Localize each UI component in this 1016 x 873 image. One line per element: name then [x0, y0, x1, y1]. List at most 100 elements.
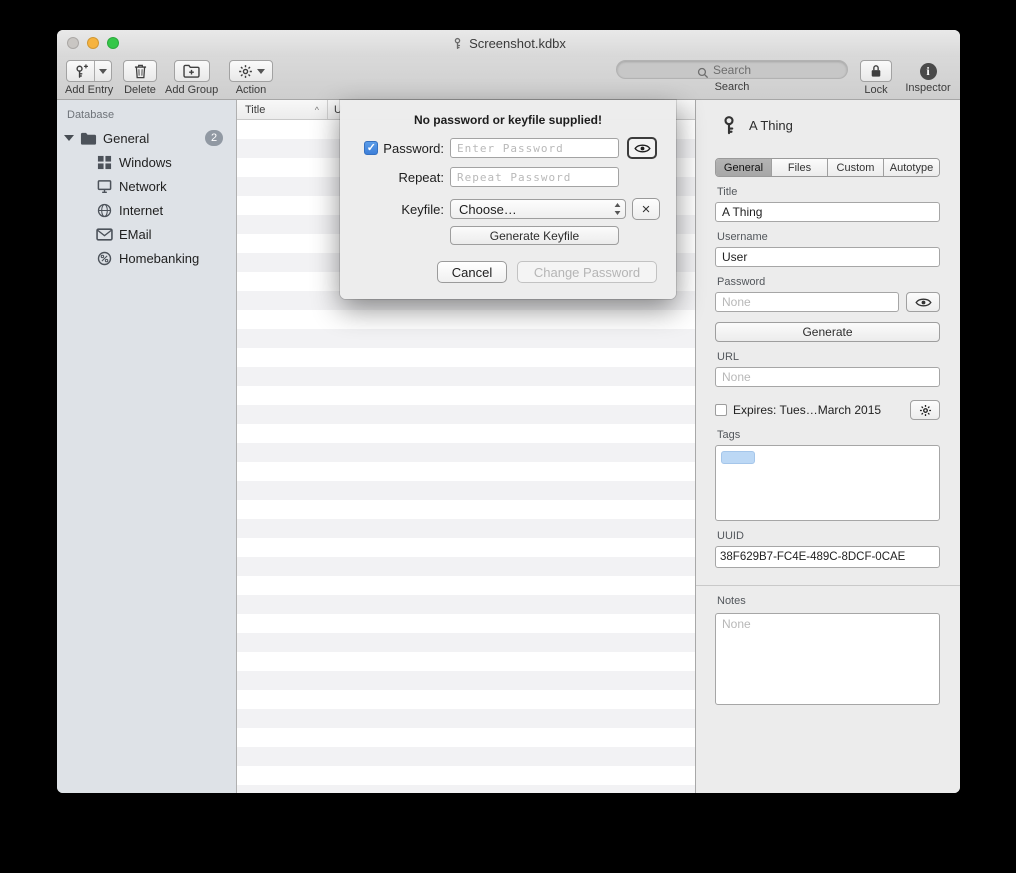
clear-keyfile-button[interactable]: ×: [632, 198, 660, 220]
disclosure-triangle-icon[interactable]: [64, 135, 74, 141]
lock-bezel[interactable]: [860, 60, 892, 82]
tag-token[interactable]: [721, 451, 755, 464]
repeat-row: Repeat:: [360, 167, 676, 187]
delete-label: Delete: [124, 84, 156, 96]
window-title: Screenshot.kdbx: [451, 36, 566, 51]
sidebar-item-homebanking[interactable]: Homebanking: [57, 246, 236, 270]
zoom-button[interactable]: [107, 37, 119, 49]
app-window: Screenshot.kdbx Add Entry Delete: [57, 30, 960, 793]
add-group-bezel[interactable]: [174, 60, 210, 82]
password-dialog: No password or keyfile supplied! ✓ Passw…: [340, 100, 676, 299]
password-checkbox[interactable]: ✓: [364, 141, 378, 155]
uuid-label: UUID: [717, 530, 938, 542]
keyfile-popup[interactable]: Choose…: [450, 199, 626, 219]
coin-percent-icon: [96, 251, 113, 266]
tab-custom[interactable]: Custom: [828, 159, 884, 176]
add-entry-button[interactable]: Add Entry: [65, 60, 113, 96]
sidebar-group-general[interactable]: General 2: [57, 126, 236, 150]
globe-icon: [96, 203, 113, 218]
show-password-button[interactable]: [627, 137, 657, 159]
item-label: Internet: [119, 203, 236, 218]
tab-files[interactable]: Files: [772, 159, 828, 176]
sidebar-item-internet[interactable]: Internet: [57, 198, 236, 222]
password-row: ✓ Password:: [360, 137, 676, 159]
delete-bezel[interactable]: [123, 60, 157, 82]
info-icon: i: [920, 63, 937, 80]
tab-general[interactable]: General: [716, 159, 772, 176]
add-entry-dropdown[interactable]: [94, 61, 111, 81]
change-password-button[interactable]: Change Password: [517, 261, 657, 283]
key-plus-icon: [73, 64, 88, 79]
delete-button[interactable]: Delete: [123, 60, 157, 96]
windows-icon: [96, 155, 113, 170]
sidebar-item-windows[interactable]: Windows: [57, 150, 236, 174]
search-area: Search: [616, 60, 848, 93]
inspector-label: Inspector: [905, 82, 950, 94]
tags-label: Tags: [717, 429, 938, 441]
url-field[interactable]: [715, 367, 940, 387]
popup-stepper-icon: [614, 203, 621, 215]
close-button[interactable]: [67, 37, 79, 49]
username-field[interactable]: [715, 247, 940, 267]
chevron-down-icon: [257, 69, 265, 74]
tab-autotype[interactable]: Autotype: [884, 159, 939, 176]
column-header-title[interactable]: Title ^: [237, 100, 327, 119]
minimize-button[interactable]: [87, 37, 99, 49]
eye-icon: [634, 143, 651, 154]
search-input[interactable]: [616, 60, 848, 79]
trash-icon: [134, 64, 147, 79]
action-bezel[interactable]: [229, 60, 273, 82]
item-label: EMail: [119, 227, 236, 242]
expires-row: Expires: Tues…March 2015: [715, 400, 940, 420]
repeat-input[interactable]: [450, 167, 619, 187]
keyfile-row: Keyfile: Choose… ×: [360, 198, 676, 220]
url-field-label: URL: [717, 351, 938, 363]
action-button[interactable]: Action: [229, 60, 273, 96]
add-entry-segment: [67, 61, 94, 81]
inspector-divider: [696, 585, 960, 586]
entry-count-badge: 2: [205, 130, 223, 146]
gear-icon: [919, 404, 932, 417]
reveal-password-button[interactable]: [906, 292, 940, 312]
toolbar: Add Entry Delete Add Group Action: [57, 57, 960, 100]
sidebar: Database General 2 Windows Network Inter…: [57, 100, 237, 793]
item-label: Network: [119, 179, 236, 194]
cancel-button[interactable]: Cancel: [437, 261, 507, 283]
notes-field[interactable]: [715, 613, 940, 705]
password-field[interactable]: [715, 292, 899, 312]
envelope-icon: [96, 227, 113, 242]
entry-header: A Thing: [715, 100, 940, 144]
chevron-down-icon: [99, 69, 107, 74]
search-caption: Search: [715, 81, 750, 93]
item-label: Windows: [119, 155, 236, 170]
check-icon: ✓: [367, 142, 376, 154]
repeat-label: Repeat:: [398, 170, 444, 185]
expires-settings-button[interactable]: [910, 400, 940, 420]
inspector-button[interactable]: i Inspector: [900, 60, 956, 94]
title-field[interactable]: [715, 202, 940, 222]
tags-field[interactable]: [715, 445, 940, 521]
generate-password-button[interactable]: Generate: [715, 322, 940, 342]
expires-checkbox[interactable]: [715, 404, 727, 416]
eye-icon: [915, 297, 932, 308]
uuid-field[interactable]: [715, 546, 940, 568]
titlebar[interactable]: Screenshot.kdbx: [57, 30, 960, 57]
password-input[interactable]: [450, 138, 619, 158]
group-label: General: [103, 131, 205, 146]
sidebar-section-header: Database: [57, 100, 236, 126]
generate-keyfile-button[interactable]: Generate Keyfile: [450, 226, 619, 245]
lock-label: Lock: [864, 84, 887, 96]
keyfile-label: Keyfile:: [401, 202, 444, 217]
inspector-tabs: General Files Custom Autotype: [715, 158, 940, 177]
sidebar-item-email[interactable]: EMail: [57, 222, 236, 246]
folder-icon: [80, 131, 97, 146]
notes-label: Notes: [717, 595, 938, 607]
window-title-text: Screenshot.kdbx: [469, 36, 566, 51]
sidebar-item-network[interactable]: Network: [57, 174, 236, 198]
add-group-button[interactable]: Add Group: [165, 60, 218, 96]
add-entry-label: Add Entry: [65, 84, 113, 96]
username-field-label: Username: [717, 231, 938, 243]
lock-button[interactable]: Lock: [860, 60, 892, 96]
dialog-message: No password or keyfile supplied!: [340, 113, 676, 127]
add-entry-bezel[interactable]: [66, 60, 112, 82]
